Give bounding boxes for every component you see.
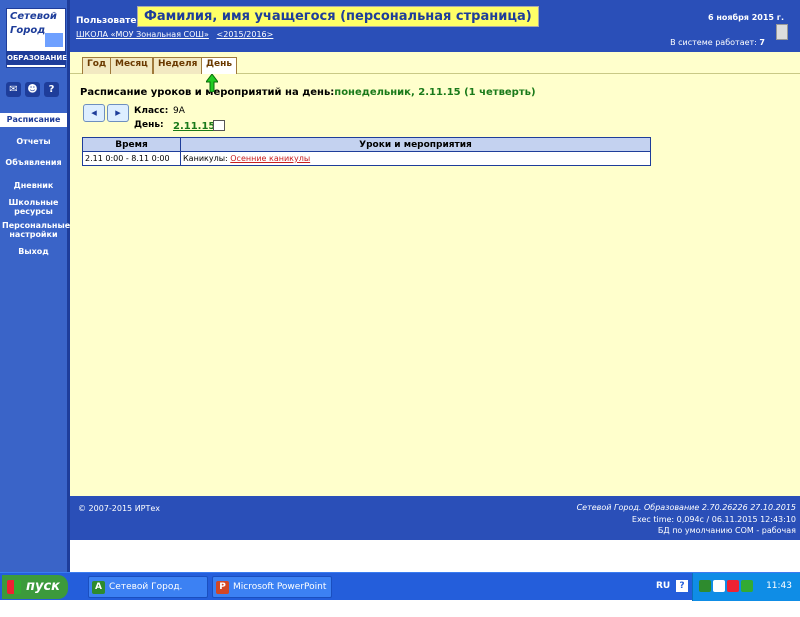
print-icon[interactable]: [776, 24, 788, 40]
online-count: 7: [759, 38, 765, 47]
logo[interactable]: Сетевой Город ОБРАЗОВАНИЕ: [6, 8, 67, 68]
table-row: 2.11 0:00 - 8.11 0:00 Каникулы: Осенние …: [82, 151, 651, 166]
mouse-cursor-icon: [206, 74, 218, 92]
column-header-events: Уроки и мероприятия: [180, 137, 651, 152]
sidebar-item-diary[interactable]: Дневник: [0, 181, 67, 190]
database-info: БД по умолчанию COM - рабочая: [657, 526, 796, 535]
app-a-icon: A: [92, 581, 105, 594]
event-prefix: Каникулы:: [183, 154, 228, 163]
help-icon[interactable]: ?: [676, 580, 688, 592]
calendar-icon[interactable]: [213, 120, 225, 131]
start-button[interactable]: пуск: [2, 575, 68, 599]
sidebar-item-personal-settings[interactable]: Персональные настройки: [0, 221, 70, 239]
logo-text-3: ОБРАЗОВАНИЕ: [7, 51, 67, 65]
sidebar-item-announcements[interactable]: Объявления: [0, 158, 67, 167]
tooltip: Фамилия, имя учащегося (персональная стр…: [137, 6, 539, 27]
tab-month[interactable]: Месяц: [110, 57, 153, 74]
sidebar-icons: ✉ ☻ ?: [6, 82, 59, 97]
logo-text-1: Сетевой: [10, 11, 57, 22]
current-date: 6 ноября 2015 г.: [707, 13, 784, 22]
tray-shield-icon[interactable]: [727, 580, 739, 592]
start-label: пуск: [26, 579, 60, 594]
taskbar-item-label: Microsoft PowerPoint ...: [233, 582, 327, 612]
cell-event: Каникулы: Осенние каникулы: [180, 151, 651, 166]
tray-network-icon[interactable]: [741, 580, 753, 592]
mail-icon[interactable]: ✉: [6, 82, 21, 97]
taskbar-item-browser[interactable]: A Сетевой Город. Обр...: [88, 576, 208, 612]
logo-graphic: [45, 33, 63, 47]
clock: 11:43: [766, 581, 792, 591]
school-link[interactable]: ШКОЛА «МОУ Зональная СОШ»: [76, 30, 209, 39]
browser-viewport: Сетевой Город ОБРАЗОВАНИЕ ✉ ☻ ? Расписан…: [0, 0, 800, 612]
breadcrumb: ШКОЛА «МОУ Зональная СОШ» <2015/2016>: [76, 30, 273, 39]
schedule-table: Время Уроки и мероприятия 2.11 0:00 - 8.…: [82, 137, 651, 166]
view-tabs: Год Месяц Неделя День: [70, 52, 800, 75]
system-tray: 11:43: [692, 573, 800, 601]
logo-text-2: Город: [10, 25, 46, 36]
sidebar-item-reports[interactable]: Отчеты: [0, 137, 67, 146]
tray-monitor-icon[interactable]: [713, 580, 725, 592]
exec-time: Exec time: 0,094с / 06.11.2015 12:43:10: [631, 515, 796, 524]
footer: © 2007-2015 ИРТех Сетевой Город. Образов…: [70, 496, 800, 540]
tab-day[interactable]: День: [201, 57, 238, 75]
help-icon[interactable]: ?: [44, 82, 59, 97]
page-title: Расписание уроков и мероприятий на день:…: [80, 87, 536, 98]
sidebar-item-exit[interactable]: Выход: [0, 247, 67, 256]
online-counter: В системе работает: 7: [670, 38, 765, 47]
year-link[interactable]: <2015/2016>: [217, 30, 274, 39]
table-header-row: Время Уроки и мероприятия: [82, 137, 651, 152]
online-label: В системе работает:: [670, 38, 757, 47]
main-content: Расписание уроков и мероприятий на день:…: [70, 74, 800, 496]
column-header-time: Время: [82, 137, 181, 152]
day-value-link[interactable]: 2.11.15: [173, 121, 215, 132]
version-info: Сетевой Город. Образование 2.70.26226 27…: [576, 503, 796, 512]
people-icon[interactable]: ☻: [25, 82, 40, 97]
powerpoint-icon: P: [216, 581, 229, 594]
taskbar: пуск A Сетевой Город. Обр... P Microsoft…: [0, 572, 800, 612]
tray-app-icon[interactable]: [699, 580, 711, 592]
sidebar-item-school-resources[interactable]: Школьные ресурсы: [0, 198, 67, 216]
day-label: День:: [134, 120, 164, 130]
taskbar-item-powerpoint[interactable]: P Microsoft PowerPoint ...: [212, 576, 332, 612]
event-link[interactable]: Осенние каникулы: [230, 154, 310, 163]
cell-time: 2.11 0:00 - 8.11 0:00: [82, 151, 181, 166]
copyright: © 2007-2015 ИРТех: [78, 504, 161, 513]
tab-year[interactable]: Год: [82, 57, 112, 74]
taskbar-item-label: Сетевой Город. Обр...: [109, 582, 183, 612]
class-value: 9А: [173, 106, 185, 116]
windows-logo-icon: [7, 580, 21, 594]
class-label: Класс:: [134, 106, 169, 116]
language-indicator[interactable]: RU: [656, 581, 670, 591]
tab-week[interactable]: Неделя: [153, 57, 203, 74]
page-title-date: понедельник, 2.11.15 (1 четверть): [334, 87, 536, 98]
prev-day-button[interactable]: ◂: [83, 104, 105, 122]
sidebar-item-schedule[interactable]: Расписание: [0, 113, 67, 127]
next-day-button[interactable]: ▸: [107, 104, 129, 122]
sidebar: Сетевой Город ОБРАЗОВАНИЕ ✉ ☻ ? Расписан…: [0, 0, 70, 572]
